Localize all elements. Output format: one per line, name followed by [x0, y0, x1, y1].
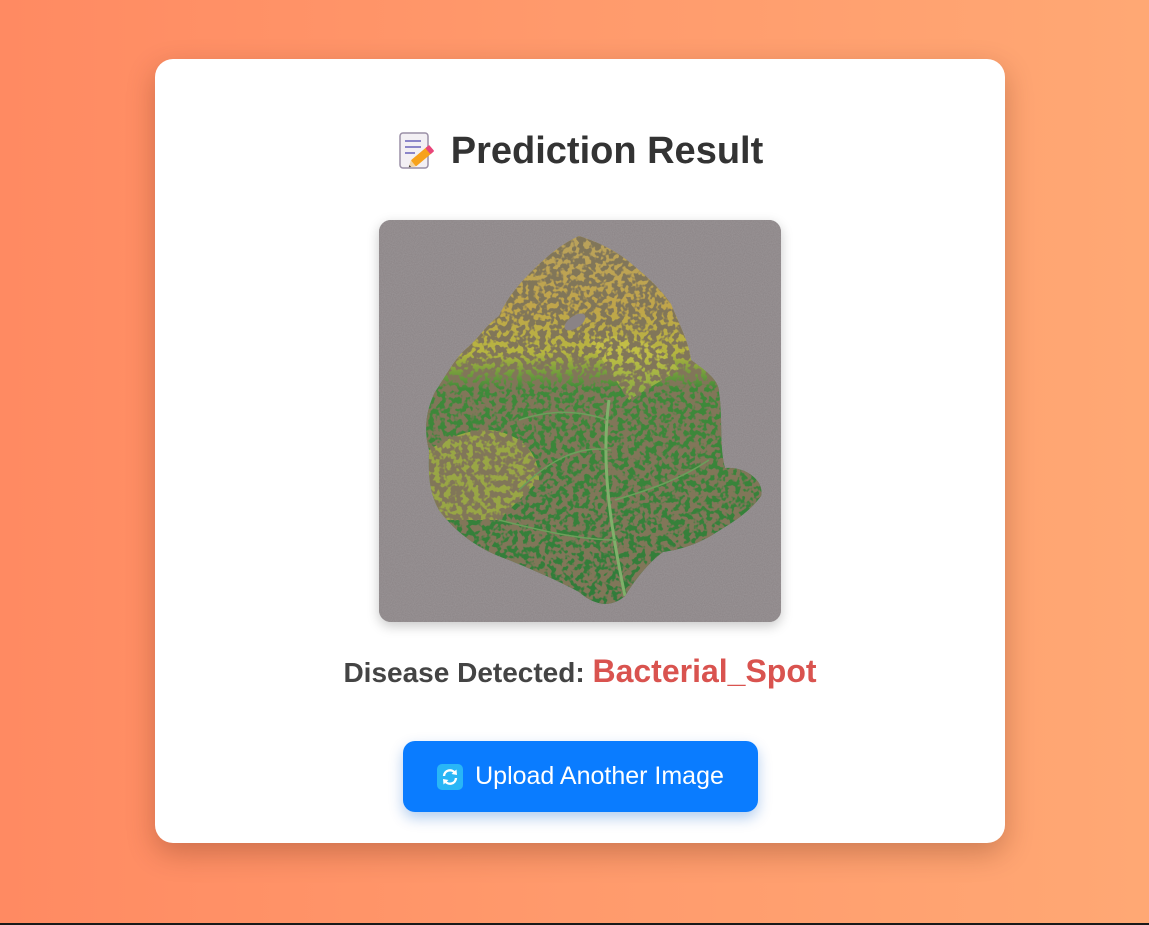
leaf-image: [379, 220, 781, 622]
result-card: Prediction Result Disease Detected: Bact…: [155, 59, 1005, 843]
title-row: Prediction Result: [155, 129, 1005, 173]
memo-pencil-icon: [397, 131, 435, 171]
refresh-arrows-icon: [437, 763, 464, 790]
upload-another-image-button[interactable]: Upload Another Image: [403, 741, 758, 812]
result-label: Disease Detected:: [343, 657, 585, 688]
prediction-result: Disease Detected: Bacterial_Spot: [155, 651, 1005, 693]
page-title: Prediction Result: [450, 130, 764, 172]
upload-button-label: Upload Another Image: [475, 762, 724, 790]
disease-name: Bacterial_Spot: [592, 653, 817, 689]
